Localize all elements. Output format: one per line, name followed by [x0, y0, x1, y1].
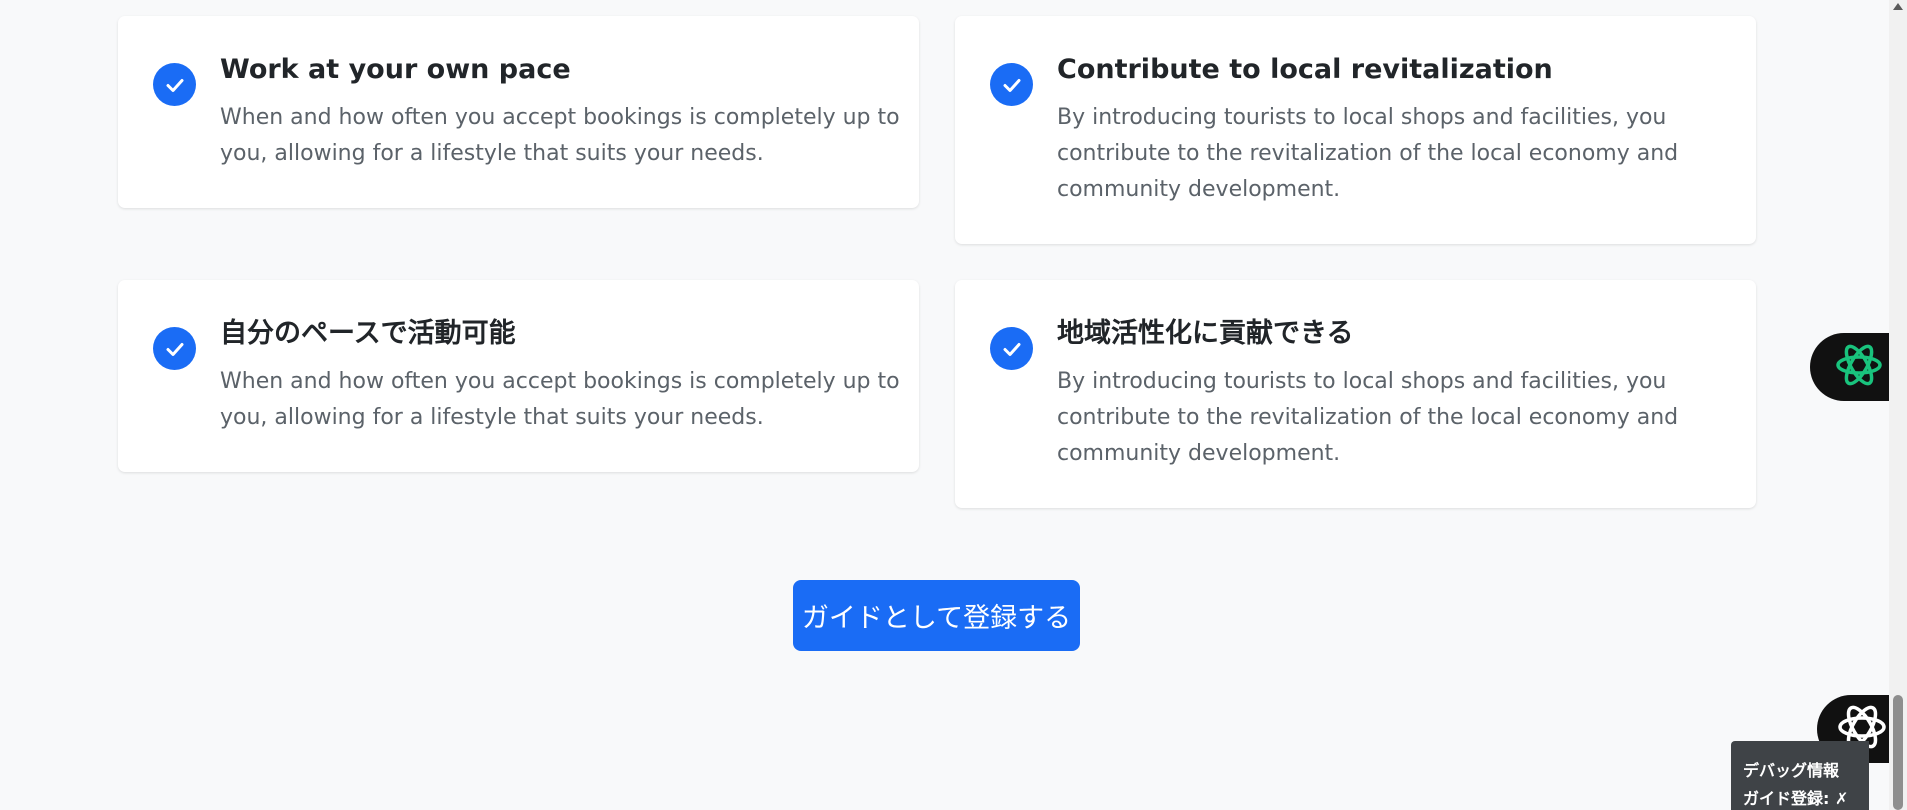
feature-card-own-pace: Work at your own pace When and how often… — [118, 16, 919, 208]
feature-description-line: When and how often you accept bookings i… — [220, 105, 900, 130]
feature-description-line: contribute to the revitalization of the … — [1057, 405, 1679, 430]
scrollbar-track[interactable] — [1889, 0, 1907, 810]
feature-description-line: When and how often you accept bookings i… — [220, 369, 900, 394]
feature-card-local-revitalization: Contribute to local revitalization By in… — [955, 16, 1756, 244]
feature-description-line: contribute to the revitalization of the … — [1057, 141, 1679, 166]
feature-description-line: By introducing tourists to local shops a… — [1057, 369, 1667, 394]
feature-title: 地域活性化に貢献できる — [1057, 318, 1354, 349]
ai-assistant-icon — [1833, 339, 1885, 395]
feature-description: When and how often you accept bookings i… — [220, 100, 900, 172]
feature-description: By introducing tourists to local shops a… — [1057, 100, 1678, 208]
feature-title: Work at your own pace — [220, 54, 571, 85]
feature-title: 自分のペースで活動可能 — [220, 318, 516, 349]
feature-description-line: you, allowing for a lifestyle that suits… — [220, 405, 764, 430]
feature-card-own-pace-ja: 自分のペースで活動可能 When and how often you accep… — [118, 280, 919, 472]
feature-description: By introducing tourists to local shops a… — [1057, 364, 1678, 472]
check-circle-icon — [990, 327, 1033, 370]
feature-description: When and how often you accept bookings i… — [220, 364, 900, 436]
feature-title: Contribute to local revitalization — [1057, 54, 1553, 85]
register-as-guide-button[interactable]: ガイドとして登録する — [793, 580, 1080, 651]
feature-description-line: community development. — [1057, 177, 1341, 202]
scroll-up-arrow-icon[interactable] — [1893, 3, 1903, 10]
feature-description-line: community development. — [1057, 441, 1341, 466]
check-circle-icon — [990, 63, 1033, 106]
check-circle-icon — [153, 63, 196, 106]
scrollbar-thumb[interactable] — [1893, 695, 1903, 810]
feature-card-local-revitalization-ja: 地域活性化に貢献できる By introducing tourists to l… — [955, 280, 1756, 508]
debug-info-panel: デバッグ情報 ガイド登録: ✗ — [1731, 741, 1869, 810]
debug-title: デバッグ情報 — [1743, 761, 1840, 780]
feature-description-line: By introducing tourists to local shops a… — [1057, 105, 1667, 130]
debug-status: ガイド登録: ✗ — [1743, 789, 1849, 808]
feature-description-line: you, allowing for a lifestyle that suits… — [220, 141, 764, 166]
check-circle-icon — [153, 327, 196, 370]
